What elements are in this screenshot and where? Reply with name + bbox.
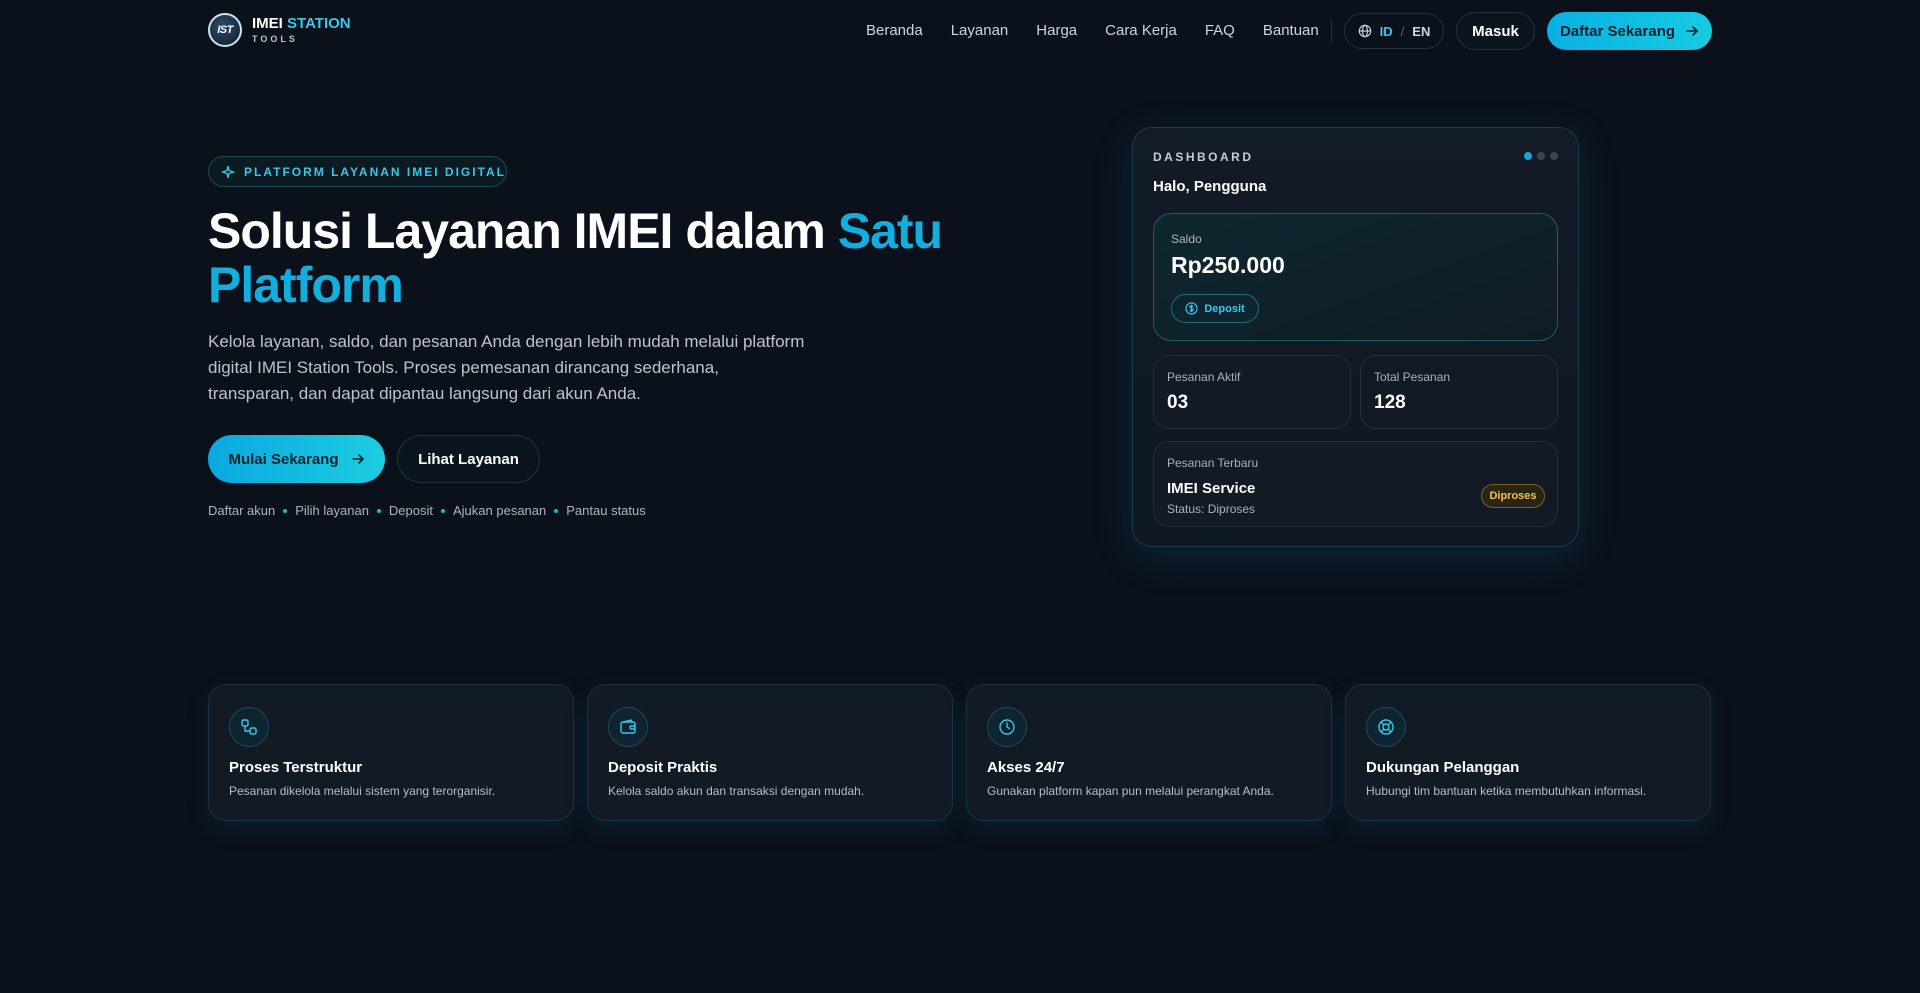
feature-card-deposit: Deposit Praktis Kelola saldo akun dan tr…: [587, 684, 953, 821]
nav-link-cara-kerja[interactable]: Cara Kerja: [1105, 22, 1177, 39]
start-now-button[interactable]: Mulai Sekarang: [208, 435, 385, 483]
nav-link-beranda[interactable]: Beranda: [866, 22, 923, 39]
recent-order-label: Pesanan Terbaru: [1167, 456, 1259, 470]
active-orders-value: 03: [1167, 392, 1189, 413]
feature-title: Deposit Praktis: [608, 759, 718, 776]
signup-button[interactable]: Daftar Sekarang: [1547, 12, 1712, 50]
recent-order-status: Status: Diproses: [1167, 502, 1256, 516]
dashboard-preview-card: DASHBOARD Halo, Pengguna Saldo Rp250.000…: [1132, 127, 1579, 547]
view-services-button[interactable]: Lihat Layanan: [397, 435, 540, 483]
brand-text: IMEI STATION TOOLS: [252, 16, 351, 44]
balance-label: Saldo: [1171, 232, 1202, 246]
login-button[interactable]: Masuk: [1456, 12, 1535, 50]
feature-card-support: Dukungan Pelanggan Hubungi tim bantuan k…: [1345, 684, 1711, 821]
feature-title: Dukungan Pelanggan: [1366, 759, 1520, 776]
feature-description: Pesanan dikelola melalui sistem yang ter…: [229, 784, 496, 798]
recent-order-card: Pesanan Terbaru IMEI Service Status: Dip…: [1153, 441, 1558, 527]
deposit-button[interactable]: Deposit: [1171, 294, 1259, 323]
nav-divider: [1331, 20, 1332, 42]
step-item: Pantau status: [566, 503, 646, 518]
step-item: Ajukan pesanan: [453, 503, 547, 518]
feature-description: Kelola saldo akun dan transaksi dengan m…: [608, 784, 865, 798]
globe-icon: [1358, 24, 1371, 38]
feature-card-structured: Proses Terstruktur Pesanan dikelola mela…: [208, 684, 574, 821]
workflow-icon: [229, 707, 269, 747]
dollar-circle-icon: [1185, 302, 1198, 315]
carousel-dot[interactable]: [1537, 152, 1545, 160]
dashboard-label: DASHBOARD: [1153, 150, 1254, 164]
step-separator: [441, 508, 445, 513]
language-switcher[interactable]: ID / EN: [1344, 13, 1444, 49]
hero-badge: PLATFORM LAYANAN IMEI DIGITAL: [208, 156, 507, 187]
lifebuoy-icon: [1366, 707, 1406, 747]
brand-title: IMEI STATION: [252, 16, 351, 31]
brand-subtitle: TOOLS: [252, 34, 298, 44]
total-orders-value: 128: [1374, 392, 1406, 413]
feature-card-access: Akses 24/7 Gunakan platform kapan pun me…: [966, 684, 1332, 821]
brand-name-b: STATION: [287, 15, 351, 32]
step-item: Pilih layanan: [295, 503, 369, 518]
total-orders-card: Total Pesanan 128: [1360, 355, 1558, 429]
hero-title-main: Solusi Layanan IMEI dalam: [208, 203, 838, 259]
step-item: Daftar akun: [208, 503, 276, 518]
lang-en-option[interactable]: EN: [1412, 24, 1430, 39]
main-menu: Beranda Layanan Harga Cara Kerja FAQ Ban…: [866, 22, 1319, 39]
feature-title: Akses 24/7: [987, 759, 1065, 776]
recent-order-title: IMEI Service: [1167, 480, 1256, 497]
step-item: Deposit: [388, 503, 433, 518]
clock-icon: [987, 707, 1027, 747]
arrow-right-icon: [1686, 26, 1698, 36]
nav-link-faq[interactable]: FAQ: [1205, 22, 1235, 39]
steps-list: Daftar akun Pilih layanan Deposit Ajukan…: [208, 503, 646, 518]
active-orders-card: Pesanan Aktif 03: [1153, 355, 1351, 429]
feature-title: Proses Terstruktur: [229, 759, 363, 776]
hero-description: Kelola layanan, saldo, dan pesanan Anda …: [208, 332, 805, 403]
nav-link-harga[interactable]: Harga: [1036, 22, 1077, 39]
dashboard-greeting: Halo, Pengguna: [1153, 178, 1267, 195]
step-separator: [283, 508, 288, 513]
lang-separator: /: [1400, 23, 1405, 39]
signup-label: Daftar Sekarang: [1559, 22, 1676, 40]
sparkle-icon: [221, 165, 235, 178]
navbar: IST IMEI STATION TOOLS Beranda Layanan H…: [0, 0, 1920, 62]
feature-description: Gunakan platform kapan pun melalui peran…: [987, 784, 1274, 798]
nav-link-layanan[interactable]: Layanan: [951, 22, 1009, 39]
hero-title: Solusi Layanan IMEI dalam Satu Platform: [208, 204, 988, 312]
status-badge: Diproses: [1481, 484, 1545, 508]
step-separator: [554, 508, 559, 513]
brand-logo: IST: [208, 13, 242, 47]
hero-badge-label: PLATFORM LAYANAN IMEI DIGITAL: [244, 164, 506, 179]
brand[interactable]: IST IMEI STATION TOOLS: [208, 13, 351, 47]
deposit-label: Deposit: [1204, 302, 1245, 315]
carousel-dot-active[interactable]: [1524, 152, 1532, 160]
balance-value: Rp250.000: [1171, 252, 1285, 278]
feature-description: Hubungi tim bantuan ketika membutuhkan i…: [1366, 784, 1647, 798]
start-now-label: Mulai Sekarang: [228, 450, 339, 468]
brand-name-a: IMEI: [252, 15, 283, 32]
balance-card: Saldo Rp250.000 Deposit: [1153, 213, 1558, 341]
active-orders-label: Pesanan Aktif: [1167, 370, 1241, 384]
wallet-icon: [608, 707, 648, 747]
arrow-right-icon: [351, 454, 364, 464]
carousel-dot[interactable]: [1550, 152, 1558, 160]
carousel-dots: [1524, 152, 1558, 160]
step-separator: [376, 508, 381, 513]
total-orders-label: Total Pesanan: [1374, 370, 1451, 384]
nav-link-bantuan[interactable]: Bantuan: [1263, 22, 1319, 39]
lang-id-option[interactable]: ID: [1380, 24, 1393, 39]
